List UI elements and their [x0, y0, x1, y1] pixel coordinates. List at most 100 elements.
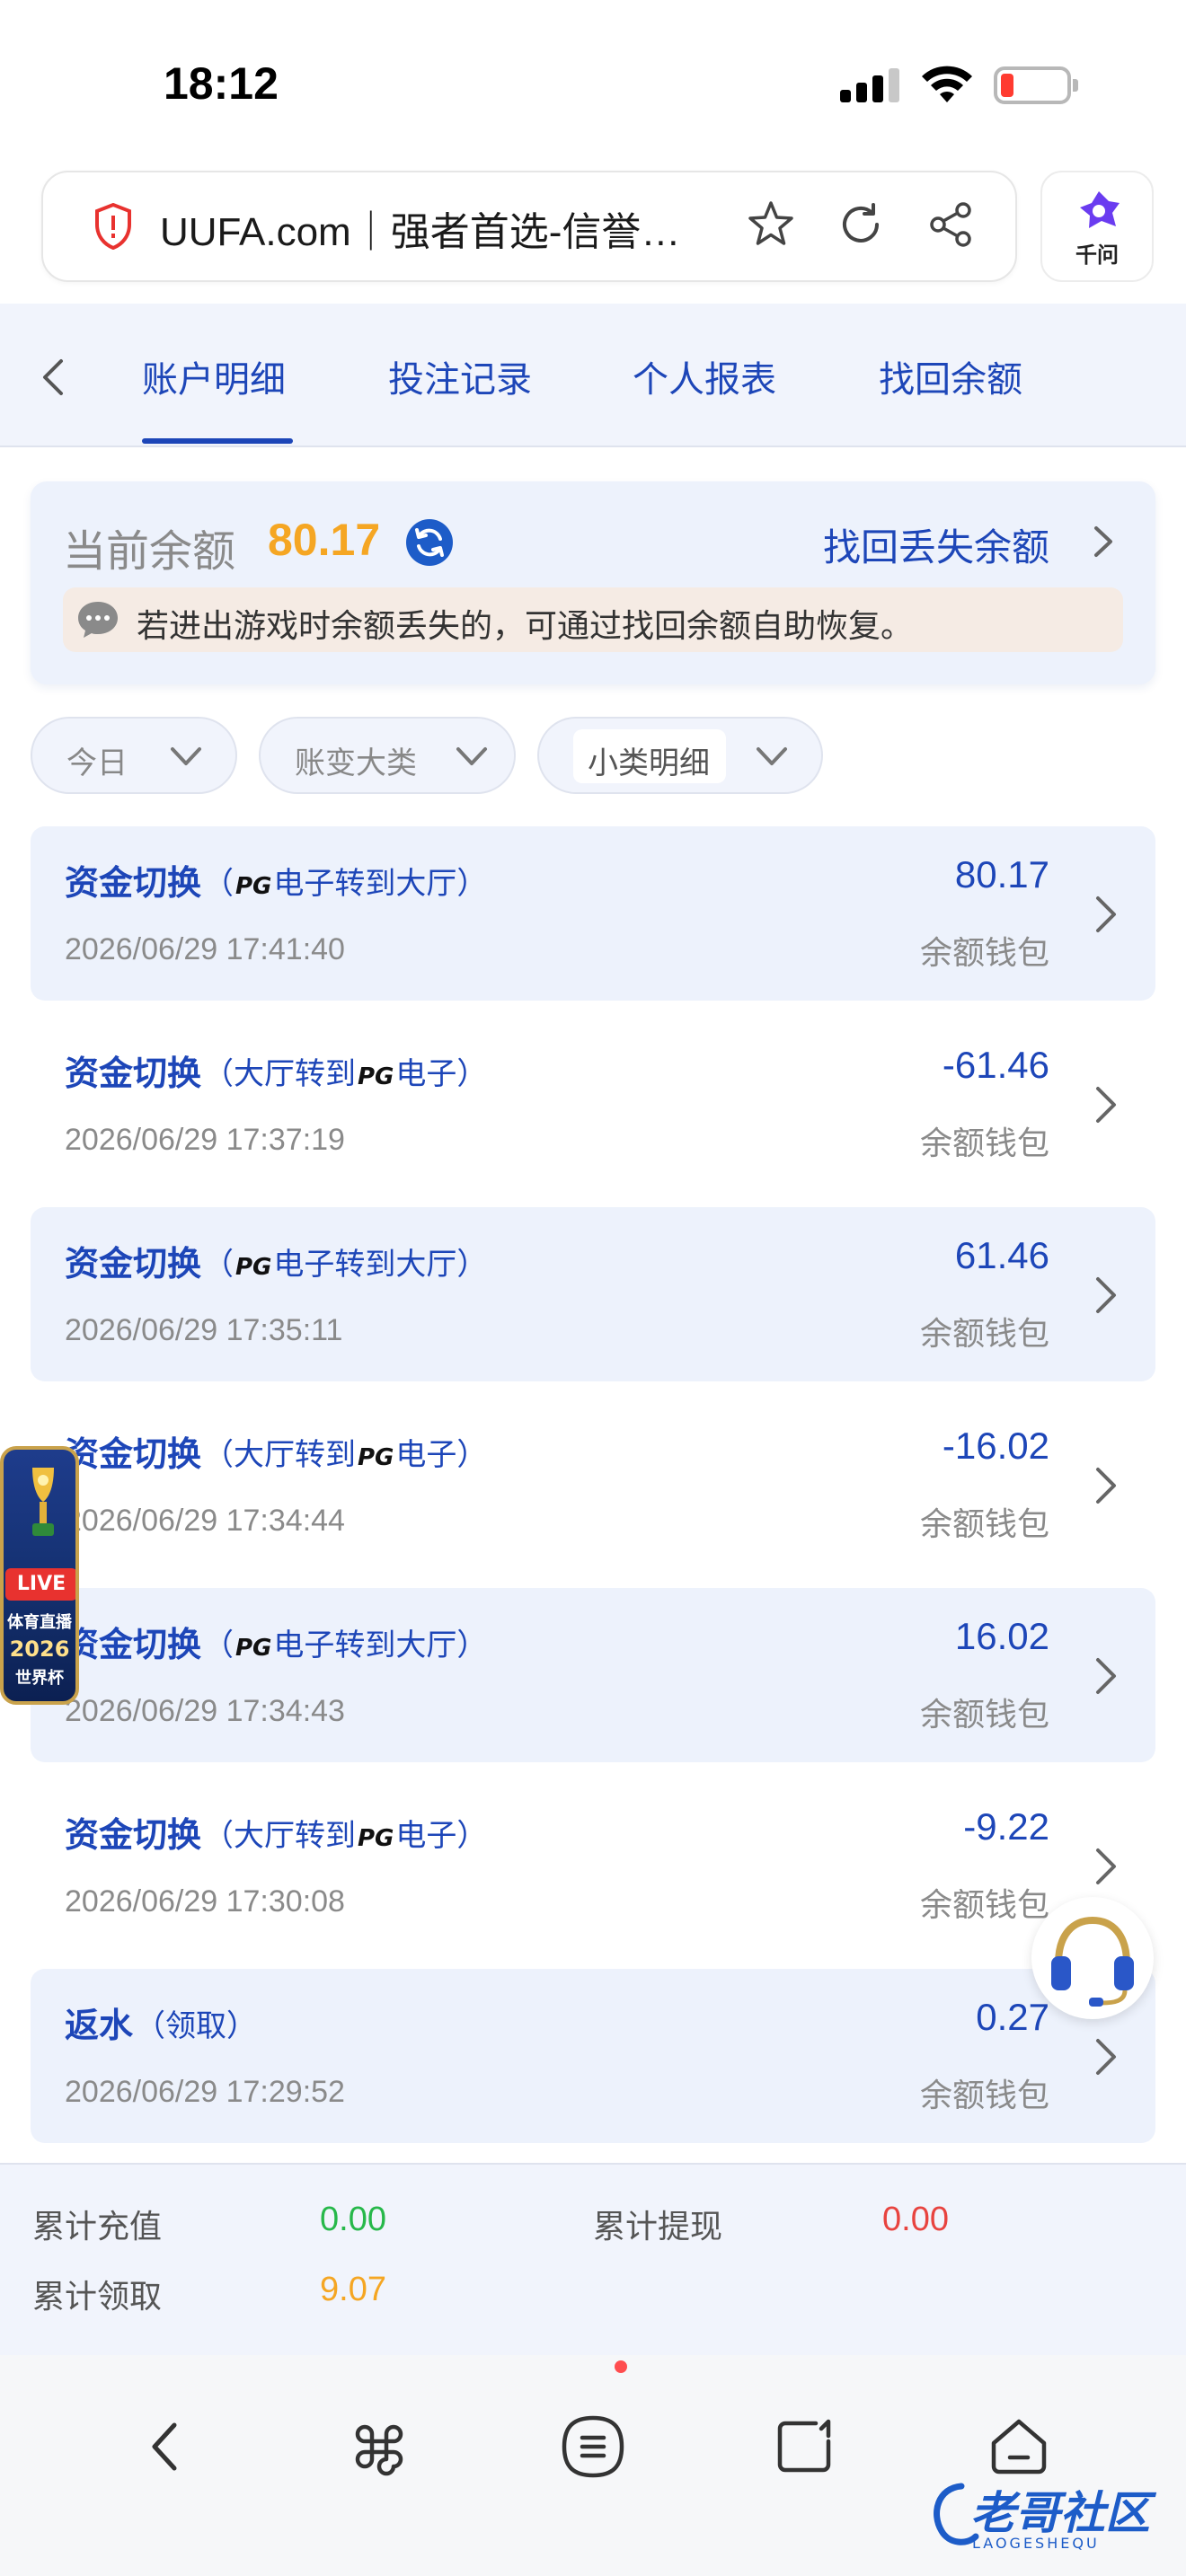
chevron-down-icon	[171, 747, 201, 765]
site-watermark: 老哥社区 LAOGESHEQU	[925, 2472, 1177, 2562]
balance-card: 当前余额 80.17 找回丢失余额 若进出游戏时余额丢失的，可通过找回余额自助恢…	[31, 481, 1155, 684]
transaction-wallet: 余额钱包	[919, 2078, 1049, 2114]
transaction-row[interactable]: 资金切换 （大厅转到PG电子） 2026/06/29 17:34:44 -16.02 余…	[31, 1398, 1155, 1572]
filter-date-label: 今日	[66, 745, 128, 781]
bookmark-star-icon[interactable]	[744, 198, 798, 251]
status-time: 18:12	[164, 58, 279, 109]
filter-subcategory[interactable]: 小类明细	[537, 717, 823, 794]
tab-bet-records[interactable]: 投注记录	[388, 350, 532, 402]
refresh-balance-icon[interactable]	[404, 517, 455, 568]
transaction-row[interactable]: 资金切换 （大厅转到PG电子） 2026/06/29 17:30:08 -9.22 余额…	[31, 1778, 1155, 1953]
headset-icon	[1051, 1916, 1134, 2007]
filter-category[interactable]: 账变大类	[259, 717, 516, 794]
qianwen-logo-icon	[1080, 191, 1120, 228]
chevron-right-icon[interactable]	[1087, 519, 1120, 564]
transaction-time: 2026/06/29 17:34:43	[65, 1694, 345, 1728]
transaction-wallet: 余额钱包	[919, 1697, 1049, 1734]
tab-account-details[interactable]: 账户明细	[142, 350, 286, 402]
pg-logo-mark: PG	[358, 1063, 394, 1090]
desc-text-after: 电子转到大厅）	[273, 1247, 488, 1283]
total-withdraw-value: 0.00	[882, 2201, 949, 2238]
chevron-right-icon[interactable]	[1091, 2032, 1121, 2082]
total-claim-label: 累计领取	[32, 2279, 163, 2316]
chevron-right-icon[interactable]	[1091, 1270, 1121, 1320]
desc-text-after: 电子）	[395, 1818, 488, 1854]
live-line2: 2026	[9, 1636, 70, 1662]
transaction-title: 资金切换	[65, 1434, 202, 1474]
transaction-row[interactable]: 资金切换 （PG电子转到大厅） 2026/06/29 17:34:43 16.02 余额…	[31, 1588, 1155, 1762]
summary-bar: 累计充值 0.00 累计提现 0.00 累计领取 9.07	[0, 2163, 1186, 2355]
desc-text-after: 电子转到大厅）	[273, 1628, 488, 1663]
transaction-title: 资金切换	[65, 1625, 202, 1664]
menu-icon[interactable]	[555, 2409, 631, 2484]
total-claim-value: 9.07	[320, 2271, 386, 2308]
status-bar: 18:12	[0, 0, 1186, 162]
transaction-row[interactable]: 返水 （领取） 2026/06/29 17:29:52 0.27 余额钱包	[31, 1969, 1155, 2143]
world-cup-live-badge[interactable]: LIVE 体育直播 2026 世界杯	[0, 1446, 79, 1705]
recover-lost-balance-link[interactable]: 找回丢失余额	[823, 517, 1049, 572]
transaction-wallet: 余额钱包	[919, 1887, 1049, 1924]
active-tab-indicator	[142, 438, 293, 444]
transaction-row[interactable]: 资金切换 （PG电子转到大厅） 2026/06/29 17:35:11 61.46 余额…	[31, 1207, 1155, 1381]
back-nav-icon[interactable]	[129, 2409, 205, 2484]
transaction-amount: -61.46	[942, 1044, 1049, 1086]
filter-date[interactable]: 今日	[31, 717, 237, 794]
chat-bubble-icon	[78, 602, 118, 638]
transaction-desc: （PG电子转到大厅）	[203, 1620, 487, 1664]
desc-paren: （	[135, 2008, 165, 2044]
reload-icon[interactable]	[834, 198, 888, 251]
transaction-title: 资金切换	[65, 1054, 202, 1093]
tab-recover-balance[interactable]: 找回余额	[879, 350, 1022, 402]
chevron-right-icon[interactable]	[1091, 1841, 1121, 1892]
live-label: LIVE	[5, 1568, 75, 1601]
transaction-time: 2026/06/29 17:41:40	[65, 932, 345, 966]
desc-paren: （	[203, 1818, 234, 1854]
balance-value: 80.17	[268, 515, 381, 565]
transaction-amount: -9.22	[963, 1805, 1049, 1848]
live-line3: 世界杯	[15, 1669, 64, 1688]
chevron-right-icon[interactable]	[1091, 1460, 1121, 1511]
desc-paren: （	[203, 1628, 234, 1663]
desc-text-after: 电子）	[395, 1056, 488, 1092]
tab-personal-report[interactable]: 个人报表	[633, 350, 776, 402]
chevron-right-icon[interactable]	[1091, 889, 1121, 940]
qianwen-assistant-button[interactable]: 千问	[1040, 171, 1154, 282]
tab-bar: 账户明细 投注记录 个人报表 找回余额	[0, 304, 1186, 447]
desc-text-after: 电子）	[395, 1437, 488, 1473]
chevron-right-icon[interactable]	[1091, 1651, 1121, 1701]
watermark-sub: LAOGESHEQU	[972, 2535, 1100, 2552]
total-withdraw-label: 累计提现	[593, 2209, 723, 2245]
transaction-row[interactable]: 资金切换 （大厅转到PG电子） 2026/06/29 17:37:19 -61.46 余…	[31, 1017, 1155, 1191]
notification-dot	[615, 2360, 627, 2373]
transaction-title: 返水	[65, 2006, 134, 2045]
customer-service-button[interactable]	[1031, 1897, 1154, 2019]
transaction-amount: -16.02	[942, 1425, 1049, 1467]
back-chevron-icon[interactable]	[31, 350, 75, 404]
transaction-time: 2026/06/29 17:29:52	[65, 2075, 345, 2109]
pg-logo-mark: PG	[235, 1635, 272, 1662]
chevron-right-icon[interactable]	[1091, 1080, 1121, 1130]
total-deposit-label: 累计充值	[32, 2209, 163, 2245]
transaction-wallet: 余额钱包	[919, 1125, 1049, 1162]
apps-icon[interactable]	[341, 2409, 417, 2484]
live-line1: 体育直播	[7, 1613, 72, 1632]
transaction-time: 2026/06/29 17:37:19	[65, 1123, 345, 1157]
filter-category-label: 账变大类	[295, 745, 417, 781]
pg-logo-mark: PG	[358, 1825, 394, 1852]
tabs-icon[interactable]	[767, 2409, 843, 2484]
address-bar[interactable]: UUFA.com｜强者首选-信誉…	[41, 171, 1017, 282]
watermark-main: 老哥社区	[970, 2487, 1150, 2539]
transaction-row[interactable]: 资金切换 （PG电子转到大厅） 2026/06/29 17:41:40 80.17 余额…	[31, 826, 1155, 1001]
transaction-amount: 16.02	[954, 1615, 1049, 1657]
qianwen-label: 千问	[1075, 243, 1119, 268]
transaction-wallet: 余额钱包	[919, 1316, 1049, 1353]
shield-warning-icon[interactable]	[93, 203, 133, 250]
filter-subcategory-label: 小类明细	[588, 745, 710, 781]
transaction-wallet: 余额钱包	[919, 935, 1049, 972]
pg-logo-mark: PG	[235, 873, 272, 900]
transaction-amount: 80.17	[954, 853, 1049, 895]
balance-label: 当前余额	[63, 526, 236, 577]
share-icon[interactable]	[924, 198, 978, 251]
desc-paren: （	[203, 1056, 234, 1092]
url-text[interactable]: UUFA.com｜强者首选-信誉…	[160, 199, 780, 257]
